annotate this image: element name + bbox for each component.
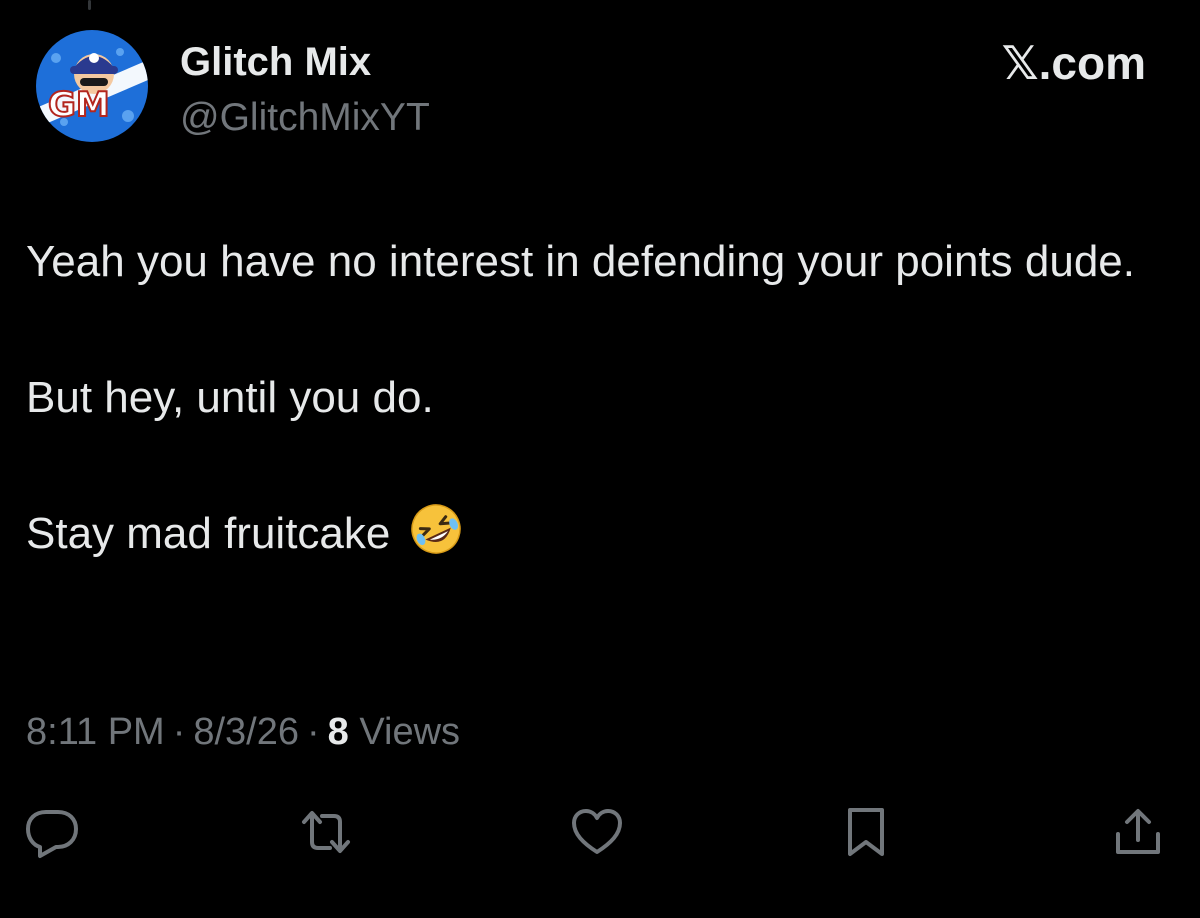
share-icon <box>1116 809 1160 854</box>
meta-separator: · <box>307 711 320 753</box>
views-label[interactable]: Views <box>359 711 460 753</box>
svg-text:GM: GM <box>48 85 110 125</box>
rolling-on-the-floor-laughing-icon <box>410 504 461 554</box>
reply-button[interactable] <box>20 800 84 864</box>
author-handle[interactable]: @GlitchMixYT <box>180 94 430 142</box>
tweet-paragraph: Yeah you have no interest in defending y… <box>26 237 1135 286</box>
author-display-name[interactable]: Glitch Mix <box>180 38 371 86</box>
tweet-paragraph-text: Stay mad fruitcake <box>26 509 391 558</box>
tweet-metadata: 8:11 PM · 8/3/26 · 8 Views <box>26 708 460 756</box>
tweet-text: Yeah you have no interest in defending y… <box>26 228 1176 567</box>
tweet-date[interactable]: 8/3/26 <box>193 711 299 753</box>
tweet-time[interactable]: 8:11 PM <box>26 711 165 753</box>
avatar[interactable]: GM <box>36 30 148 142</box>
glitch-mix-logo-icon: GM <box>36 30 148 142</box>
tweet-paragraph-with-emoji: Stay mad fruitcake <box>26 500 1176 567</box>
reply-icon <box>26 810 78 858</box>
retweet-button[interactable] <box>294 800 358 864</box>
bookmark-button[interactable] <box>834 800 898 864</box>
meta-separator: · <box>172 711 186 753</box>
share-button[interactable] <box>1106 800 1170 864</box>
source-watermark: 𝕏.com <box>1001 37 1146 89</box>
thread-connector-line <box>88 0 91 10</box>
retweet-icon <box>302 811 350 853</box>
heart-icon <box>572 809 622 854</box>
like-button[interactable] <box>565 800 629 864</box>
tweet-action-bar <box>0 800 1200 864</box>
tweet-paragraph: But hey, until you do. <box>26 373 434 422</box>
views-count[interactable]: 8 <box>328 711 349 753</box>
bookmark-icon <box>848 808 884 856</box>
